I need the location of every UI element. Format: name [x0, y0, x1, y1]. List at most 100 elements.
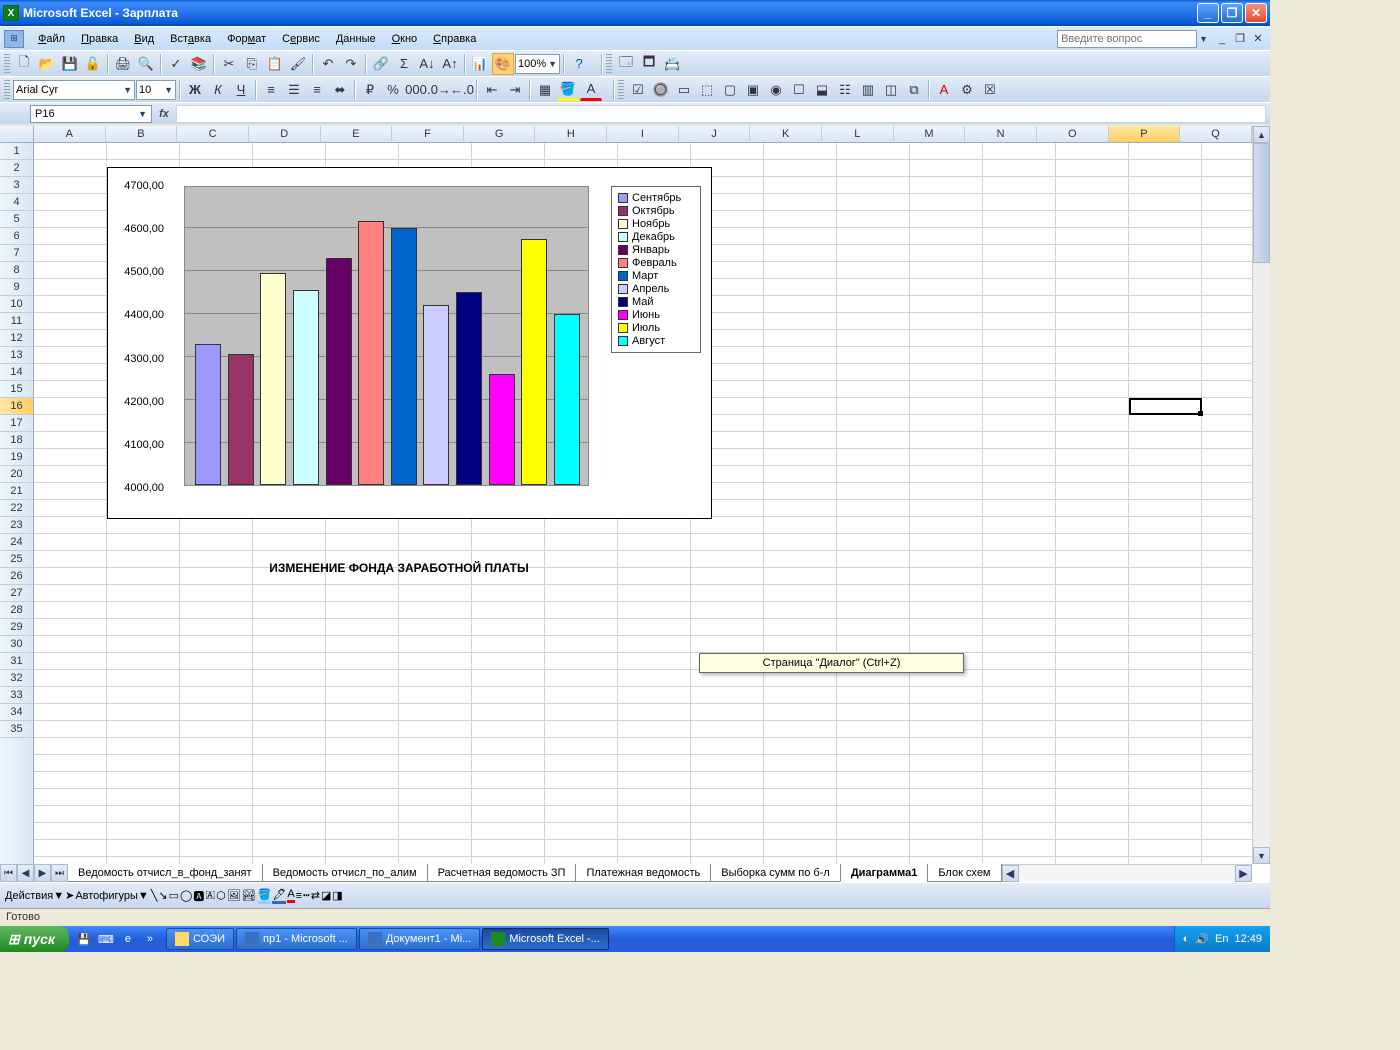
column-header-G[interactable]: G: [464, 126, 536, 142]
open-icon[interactable]: 📂: [36, 53, 58, 75]
chart-wizard-icon[interactable]: 📊: [469, 53, 491, 75]
row-header-28[interactable]: 28: [0, 602, 33, 619]
ql-ie-icon[interactable]: e: [119, 930, 137, 948]
line-style-icon[interactable]: ≡: [296, 890, 302, 902]
row-header-31[interactable]: 31: [0, 653, 33, 670]
percent-icon[interactable]: %: [382, 79, 404, 101]
increase-decimal-icon[interactable]: .0→: [428, 79, 450, 101]
column-header-N[interactable]: N: [965, 126, 1037, 142]
doc-close-button[interactable]: ✕: [1250, 32, 1266, 46]
chart-bar[interactable]: [358, 221, 384, 485]
taskbar-task[interactable]: СОЭИ: [166, 928, 234, 950]
legend-item[interactable]: Октябрь: [618, 205, 694, 217]
tab-nav-next-button[interactable]: ▶: [34, 864, 51, 882]
arrow-icon[interactable]: ↘: [158, 889, 167, 902]
row-header-8[interactable]: 8: [0, 262, 33, 279]
chart-bar[interactable]: [489, 374, 515, 485]
chart-bar[interactable]: [456, 292, 482, 485]
formula-input[interactable]: [176, 105, 1266, 123]
copy-icon[interactable]: ⎘: [241, 53, 263, 75]
align-left-icon[interactable]: ≡: [260, 79, 282, 101]
legend-item[interactable]: Март: [618, 270, 694, 282]
ask-question-input[interactable]: [1057, 30, 1197, 48]
row-header-12[interactable]: 12: [0, 330, 33, 347]
ql-cmd-icon[interactable]: ⌨: [97, 930, 115, 948]
sheet-tab[interactable]: Блок схем: [927, 864, 1001, 882]
maximize-button[interactable]: ❐: [1221, 3, 1243, 23]
scroll-thumb[interactable]: [1253, 143, 1270, 263]
chart-bar[interactable]: [228, 354, 254, 485]
line-icon[interactable]: ╲: [151, 889, 158, 902]
taskbar-task[interactable]: Microsoft Excel -...: [482, 928, 608, 950]
currency-icon[interactable]: ₽: [359, 79, 381, 101]
legend-item[interactable]: Июнь: [618, 309, 694, 321]
row-header-17[interactable]: 17: [0, 415, 33, 432]
line-color-icon[interactable]: 🖊: [272, 888, 286, 904]
scroll-left-button[interactable]: ◀: [1002, 865, 1019, 882]
merge-center-icon[interactable]: ⬌: [329, 79, 351, 101]
clipart-icon[interactable]: 🖼: [227, 889, 241, 902]
chart-bar[interactable]: [260, 273, 286, 485]
menu-insert[interactable]: Вставка: [162, 31, 219, 47]
legend-item[interactable]: Февраль: [618, 257, 694, 269]
forms-icon-6[interactable]: ▣: [742, 79, 764, 101]
row-header-20[interactable]: 20: [0, 466, 33, 483]
shadow-icon[interactable]: ◪: [321, 889, 331, 902]
chart-bar[interactable]: [195, 344, 221, 485]
wordart-icon[interactable]: 🇦: [205, 889, 215, 902]
column-header-B[interactable]: B: [106, 126, 178, 142]
toolbar-grip-4[interactable]: [618, 80, 624, 100]
sheet-tab[interactable]: Диаграмма1: [840, 864, 929, 882]
forms-icon-16[interactable]: ☒: [979, 79, 1001, 101]
help-icon[interactable]: ?: [568, 53, 590, 75]
row-header-32[interactable]: 32: [0, 670, 33, 687]
textbox-icon[interactable]: 🅰: [193, 888, 204, 904]
forms-icon-7[interactable]: ◉: [765, 79, 787, 101]
sort-desc-icon[interactable]: A↑: [439, 53, 461, 75]
row-header-24[interactable]: 24: [0, 534, 33, 551]
cells-area[interactable]: 4000,004100,004200,004300,004400,004500,…: [34, 143, 1252, 864]
row-header-25[interactable]: 25: [0, 551, 33, 568]
sheet-tab[interactable]: Ведомость отчисл_в_фонд_занят: [68, 864, 263, 882]
sheet-tab[interactable]: Расчетная ведомость ЗП: [427, 864, 577, 882]
paste-icon[interactable]: 📋: [264, 53, 286, 75]
select-objects-icon[interactable]: ➤: [65, 889, 74, 902]
save-icon[interactable]: 💾: [59, 53, 81, 75]
hyperlink-icon[interactable]: 🔗: [370, 53, 392, 75]
permissions-icon[interactable]: 🔓: [82, 53, 104, 75]
print-icon[interactable]: 🖨: [112, 53, 134, 75]
toolbar-grip-2[interactable]: [606, 54, 612, 74]
select-all-corner[interactable]: [0, 126, 34, 143]
forms-icon-5[interactable]: ▢: [719, 79, 741, 101]
row-header-4[interactable]: 4: [0, 194, 33, 211]
legend-item[interactable]: Ноябрь: [618, 218, 694, 230]
row-header-35[interactable]: 35: [0, 721, 33, 738]
column-header-P[interactable]: P: [1109, 126, 1181, 142]
column-header-K[interactable]: K: [750, 126, 822, 142]
dash-style-icon[interactable]: ┅: [303, 889, 310, 902]
print-preview-icon[interactable]: 🔍: [135, 53, 157, 75]
forms-icon-3[interactable]: ▭: [673, 79, 695, 101]
forms-icon-11[interactable]: ▥: [857, 79, 879, 101]
chart-bar[interactable]: [554, 314, 580, 485]
fill-color-draw-icon[interactable]: 🪣: [258, 888, 272, 904]
menu-window[interactable]: Окно: [384, 31, 426, 47]
tray-lang[interactable]: En: [1215, 933, 1228, 945]
row-header-19[interactable]: 19: [0, 449, 33, 466]
row-header-9[interactable]: 9: [0, 279, 33, 296]
forms-icon-4[interactable]: ⬚: [696, 79, 718, 101]
tab-nav-prev-button[interactable]: ◀: [17, 864, 34, 882]
row-header-3[interactable]: 3: [0, 177, 33, 194]
autoshapes-menu[interactable]: Автофигуры▼: [75, 890, 148, 902]
menu-data[interactable]: Данные: [328, 31, 384, 47]
custom-icon-2[interactable]: 🗖: [638, 53, 660, 75]
tab-nav-last-button[interactable]: ⏭: [51, 864, 68, 882]
column-header-J[interactable]: J: [679, 126, 751, 142]
taskbar-task[interactable]: пр1 - Microsoft ...: [236, 928, 357, 950]
legend-item[interactable]: Январь: [618, 244, 694, 256]
column-header-C[interactable]: C: [177, 126, 249, 142]
oval-icon[interactable]: ◯: [180, 889, 192, 902]
custom-icon-1[interactable]: 🗔: [615, 53, 637, 75]
forms-icon-9[interactable]: ⬓: [811, 79, 833, 101]
row-header-18[interactable]: 18: [0, 432, 33, 449]
